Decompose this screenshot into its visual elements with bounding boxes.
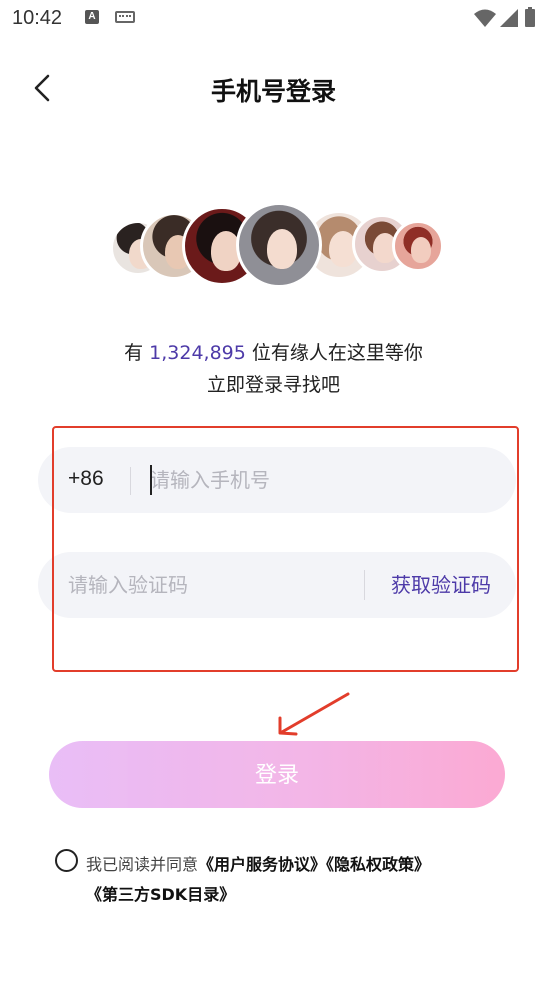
agreement-prefix: 我已阅读并同意 [86, 855, 199, 874]
user-agreement-link[interactable]: 《用户服务协议》 [198, 855, 326, 874]
agreement-text: 我已阅读并同意《用户服务协议》《隐私权政策》 [86, 851, 430, 875]
avatar-row [0, 200, 547, 300]
agreement-radio[interactable] [55, 849, 78, 872]
slogan-line-1: 有 1,324,895 位有缘人在这里等你 [0, 338, 547, 365]
slogan-suffix: 位有缘人在这里等你 [245, 342, 423, 364]
keyboard-icon [115, 11, 135, 23]
privacy-policy-link[interactable]: 《隐私权政策》 [326, 855, 430, 874]
sdk-list-link[interactable]: 《第三方SDK目录》 [86, 885, 235, 904]
agreement-text-line-2: 《第三方SDK目录》 [86, 881, 235, 905]
slogan-line-2: 立即登录寻找吧 [206, 374, 340, 396]
wifi-icon [474, 9, 496, 27]
status-bar: 10:42 A [0, 0, 547, 38]
slogan-prefix: 有 [124, 342, 150, 364]
highlight-box [52, 426, 519, 672]
battery-icon [525, 7, 535, 27]
status-time: 10:42 [12, 7, 63, 29]
signal-icon [500, 9, 518, 27]
notification-a-icon: A [85, 10, 99, 24]
annotation-arrow-icon [278, 692, 350, 736]
avatar [392, 220, 444, 272]
avatar [236, 202, 322, 288]
page-title: 手机号登录 [210, 77, 336, 106]
login-button[interactable]: 登录 [49, 741, 505, 808]
user-count: 1,324,895 [149, 342, 246, 364]
